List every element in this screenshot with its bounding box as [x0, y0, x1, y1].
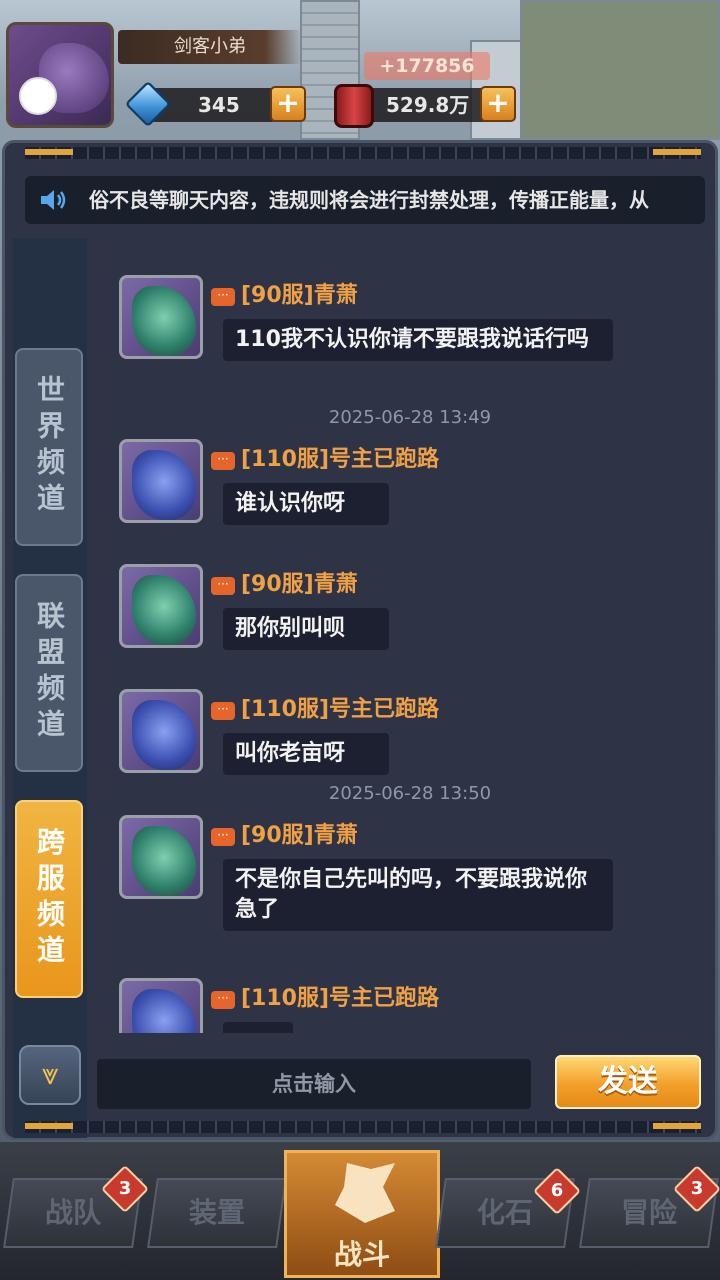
panel-decoration [25, 1121, 701, 1133]
chat-bubble-icon: ··· [211, 828, 235, 846]
message-timestamp: 2025-06-28 13:50 [328, 783, 492, 804]
message-text: 谁认识你呀 [223, 483, 389, 525]
chat-bubble-icon: ··· [211, 991, 235, 1009]
channel-tabs: 世界频道 联盟频道 跨服频道 [13, 238, 87, 1138]
tab-label: 跨服频道 [33, 827, 66, 971]
sender-avatar[interactable] [119, 978, 203, 1033]
sender-avatar[interactable] [119, 275, 203, 359]
send-button[interactable]: 发送 [555, 1055, 701, 1109]
dino-portrait [132, 989, 196, 1033]
building-illustration [520, 0, 720, 140]
message-text: 110我不认识你请不要跟我说话行吗 [223, 319, 613, 361]
chat-bubble-icon: ··· [211, 288, 235, 306]
message-text: 那你别叫呗 [223, 608, 389, 650]
message-timestamp: 2025-06-28 13:49 [328, 407, 492, 428]
dino-portrait [132, 286, 196, 356]
sender-name[interactable]: [90服]青萧 [241, 277, 358, 309]
bottom-nav: 战队 3 装置 战斗 化石 6 冒险 3 [0, 1142, 720, 1280]
speaker-icon [41, 190, 66, 210]
dino-portrait [132, 450, 196, 520]
sender-avatar[interactable] [119, 689, 203, 773]
nav-label: 冒险 [620, 1196, 677, 1229]
dino-portrait [132, 700, 196, 770]
message-text: 不是你自己先叫的吗，不要跟我说你急了 [223, 859, 613, 931]
tab-label: 世界频道 [33, 375, 66, 519]
panel-decoration [25, 147, 701, 159]
chat-bubble-icon: ··· [211, 452, 235, 470]
tab-alliance-channel[interactable]: 联盟频道 [15, 574, 83, 772]
message-text: 叫你老亩呀 [223, 733, 389, 775]
sender-name[interactable]: [110服]号主已跑路 [241, 980, 439, 1012]
bonus-popup: +177856 [364, 52, 490, 80]
nav-label: 战斗 [333, 1238, 390, 1271]
message-list[interactable]: ··· [90服]青萧 110我不认识你请不要跟我说话行吗 2025-06-28… [95, 243, 705, 1033]
dino-portrait [132, 826, 196, 896]
message-text: … [223, 1022, 293, 1033]
can-count: 529.8万 [358, 88, 490, 122]
chat-bubble-icon: ··· [211, 577, 235, 595]
announcement-marquee: 俗不良等聊天内容，违规则将会进行封禁处理，传播正能量，从 [25, 176, 705, 224]
dino-portrait [132, 575, 196, 645]
floating-touch-button[interactable] [19, 77, 57, 115]
chat-input[interactable]: 点击输入 [97, 1059, 531, 1109]
chat-bubble-icon: ··· [211, 702, 235, 720]
sender-avatar[interactable] [119, 439, 203, 523]
sender-name[interactable]: [90服]青萧 [241, 566, 358, 598]
badge-count: 3 [118, 1178, 132, 1199]
sender-avatar[interactable] [119, 815, 203, 899]
nav-device[interactable]: 装置 [147, 1178, 287, 1248]
nav-label: 装置 [188, 1196, 245, 1229]
tab-world-channel[interactable]: 世界频道 [15, 348, 83, 546]
nav-battle[interactable]: 战斗 [284, 1150, 440, 1278]
chat-panel: 俗不良等聊天内容，违规则将会进行封禁处理，传播正能量，从 世界频道 联盟频道 跨… [2, 140, 718, 1140]
add-gems-button[interactable]: + [270, 86, 306, 122]
announcement-text: 俗不良等聊天内容，违规则将会进行封禁处理，传播正能量，从 [89, 188, 649, 212]
badge-count: 6 [550, 1180, 564, 1201]
tab-cross-server-channel[interactable]: 跨服频道 [15, 800, 83, 998]
add-cans-button[interactable]: + [480, 86, 516, 122]
player-avatar[interactable] [6, 22, 114, 128]
player-name: 剑客小弟 [118, 30, 302, 64]
nav-label: 化石 [476, 1196, 533, 1229]
sender-name[interactable]: [110服]号主已跑路 [241, 441, 439, 473]
dino-head-icon [335, 1163, 395, 1223]
tab-label: 联盟频道 [33, 601, 66, 745]
can-icon [334, 84, 374, 128]
scroll-down-button[interactable]: ⩔ [19, 1045, 81, 1105]
nav-label: 战队 [44, 1196, 101, 1229]
sender-avatar[interactable] [119, 564, 203, 648]
sender-name[interactable]: [90服]青萧 [241, 817, 358, 849]
badge-count: 3 [690, 1178, 704, 1199]
sender-name[interactable]: [110服]号主已跑路 [241, 691, 439, 723]
